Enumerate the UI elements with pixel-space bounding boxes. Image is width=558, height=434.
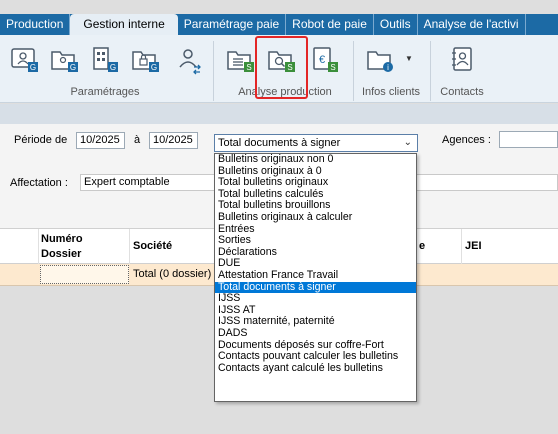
agences-label: Agences : xyxy=(442,134,491,146)
contacts-book-icon[interactable] xyxy=(448,43,478,77)
column-separator xyxy=(129,229,130,265)
svg-text:S: S xyxy=(246,63,251,72)
ribbon-tab-bar: Production Gestion interne Paramétrage p… xyxy=(0,14,558,35)
group-label-infos-clients: Infos clients xyxy=(361,86,421,98)
tab-outils[interactable]: Outils xyxy=(374,14,418,35)
column-societe[interactable]: Société xyxy=(133,239,172,253)
dropdown-option[interactable]: Total bulletins brouillons xyxy=(215,200,416,212)
svg-text:G: G xyxy=(70,63,76,72)
dropdown-option[interactable]: Contacts pouvant calculer les bulletins xyxy=(215,351,416,363)
lock-folder-icon[interactable]: G xyxy=(131,43,161,77)
svg-text:S: S xyxy=(330,63,335,72)
dropdown-option[interactable]: Contacts ayant calculé les bulletins xyxy=(215,363,416,375)
dropdown-option[interactable]: Attestation France Travail xyxy=(215,270,416,282)
svg-text:€: € xyxy=(319,54,325,66)
a-label: à xyxy=(134,134,141,146)
svg-text:i: i xyxy=(387,63,389,72)
dropdown-option[interactable]: Total bulletins originaux xyxy=(215,177,416,189)
dropdown-option[interactable]: Bulletins originaux à calculer xyxy=(215,212,416,224)
periode-to-field[interactable]: 10/2025 xyxy=(149,132,198,149)
group-separator xyxy=(213,41,214,101)
list-folder-icon[interactable]: S xyxy=(226,43,256,77)
user-transfer-icon[interactable] xyxy=(174,43,204,77)
group-label-contacts: Contacts xyxy=(440,86,484,98)
dropdown-option[interactable]: Documents déposés sur coffre-Fort xyxy=(215,340,416,352)
document-type-select[interactable]: Total documents à signer ⌄ xyxy=(214,134,418,152)
column-jei[interactable]: JEI xyxy=(465,239,482,253)
red-highlight-box xyxy=(255,36,308,99)
group-separator xyxy=(353,41,354,101)
periode-from-field[interactable]: 10/2025 xyxy=(76,132,125,149)
dropdown-option[interactable]: Sorties xyxy=(215,235,416,247)
column-numero-line1[interactable]: Numéro xyxy=(41,232,83,246)
dropdown-option[interactable]: Total documents à signer xyxy=(215,281,416,294)
document-type-value: Total documents à signer xyxy=(218,137,341,149)
dropdown-option[interactable]: Total bulletins calculés xyxy=(215,189,416,201)
info-folder-icon[interactable]: i xyxy=(366,43,396,77)
column-partial[interactable]: e xyxy=(419,239,425,253)
column-separator xyxy=(461,229,462,265)
euro-document-icon[interactable]: € S xyxy=(310,43,340,77)
column-separator xyxy=(38,229,39,265)
building-icon[interactable]: G xyxy=(90,43,120,77)
tab-analyse-activite[interactable]: Analyse de l'activi xyxy=(418,14,526,35)
svg-text:G: G xyxy=(30,63,36,72)
user-folder-icon[interactable]: G xyxy=(50,43,80,77)
affectation-label: Affectation : xyxy=(10,177,68,189)
tab-gestion-interne[interactable]: Gestion interne xyxy=(70,14,178,35)
tab-robot-de-paie[interactable]: Robot de paie xyxy=(286,14,374,35)
chevron-down-icon[interactable]: ⌄ xyxy=(404,135,412,151)
dropdown-option[interactable]: Bulletins originaux à 0 xyxy=(215,166,416,178)
document-type-dropdown-list[interactable]: Bulletins originaux non 0 Bulletins origi… xyxy=(214,153,417,402)
dropdown-option[interactable]: DUE xyxy=(215,258,416,270)
person-folder-icon[interactable]: G xyxy=(10,43,40,77)
periode-label: Période de xyxy=(14,134,68,146)
column-numero-line2[interactable]: Dossier xyxy=(41,247,81,261)
dropdown-option[interactable]: IJSS xyxy=(215,293,416,305)
dropdown-option[interactable]: Entrées xyxy=(215,224,416,236)
svg-text:G: G xyxy=(151,63,157,72)
group-separator xyxy=(430,41,431,101)
total-label: Total (0 dossier) xyxy=(133,268,212,280)
toolbar-stripe xyxy=(0,104,558,124)
dropdown-option[interactable]: IJSS AT xyxy=(215,305,416,317)
dropdown-option[interactable]: Déclarations xyxy=(215,247,416,259)
agences-field[interactable] xyxy=(499,131,558,148)
selected-cell[interactable] xyxy=(40,265,129,284)
tab-parametrage-paie[interactable]: Paramétrage paie xyxy=(178,14,287,35)
group-label-parametrages: Paramétrages xyxy=(70,86,140,98)
dropdown-option[interactable]: IJSS maternité, paternité xyxy=(215,316,416,328)
app-window: Production Gestion interne Paramétrage p… xyxy=(0,0,558,434)
dropdown-option[interactable]: DADS xyxy=(215,328,416,340)
svg-text:G: G xyxy=(110,63,116,72)
dropdown-option[interactable]: Bulletins originaux non 0 xyxy=(215,154,416,166)
chevron-down-icon[interactable]: ▼ xyxy=(405,54,413,63)
tab-production[interactable]: Production xyxy=(0,14,71,35)
